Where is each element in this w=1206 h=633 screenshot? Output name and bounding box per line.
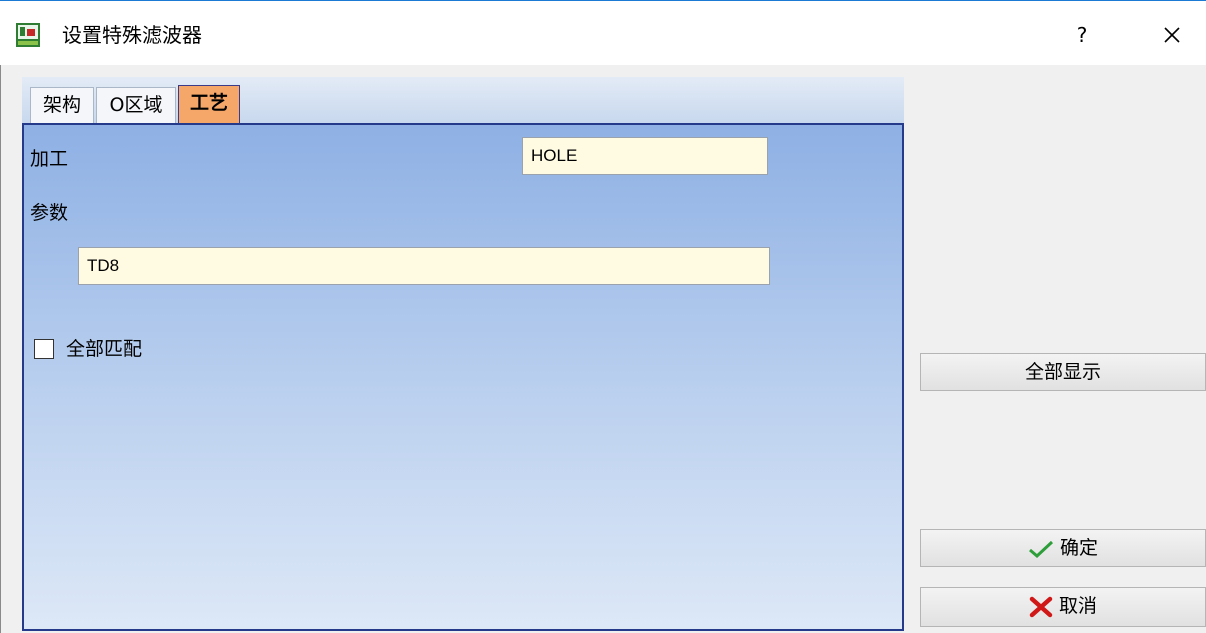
window-left-border — [0, 65, 1, 633]
window-title: 设置特殊滤波器 — [62, 23, 202, 47]
show-all-label: 全部显示 — [1024, 361, 1101, 383]
dialog-window: 设置特殊滤波器 ? 架构 O区域 工艺 加工 HOLE 参数 TD8 全部匹配 … — [0, 0, 1206, 633]
match-all-checkbox[interactable] — [34, 339, 54, 359]
show-all-button[interactable]: 全部显示 — [920, 353, 1206, 391]
match-all-label: 全部匹配 — [66, 338, 143, 360]
technology-panel: 加工 HOLE 参数 TD8 全部匹配 — [22, 123, 904, 631]
parameters-field[interactable]: TD8 — [78, 247, 770, 285]
close-button[interactable] — [1150, 17, 1194, 53]
cancel-x-icon — [1029, 596, 1053, 617]
processing-field[interactable]: HOLE — [522, 137, 768, 175]
ok-button[interactable]: 确定 — [920, 529, 1206, 567]
processing-label: 加工 — [30, 148, 69, 170]
tab-technology[interactable]: 工艺 — [178, 85, 240, 125]
app-icon — [16, 23, 40, 47]
tab-o-region[interactable]: O区域 — [96, 87, 176, 123]
close-icon — [1164, 27, 1180, 43]
tab-structure[interactable]: 架构 — [30, 87, 94, 123]
cancel-button[interactable]: 取消 — [920, 587, 1206, 627]
ok-label: 确定 — [1059, 537, 1098, 559]
checkmark-icon — [1029, 540, 1054, 558]
parameters-label: 参数 — [30, 202, 69, 224]
title-bar[interactable]: 设置特殊滤波器 ? — [0, 1, 1206, 65]
cancel-label: 取消 — [1058, 595, 1097, 617]
help-button[interactable]: ? — [1060, 17, 1104, 53]
